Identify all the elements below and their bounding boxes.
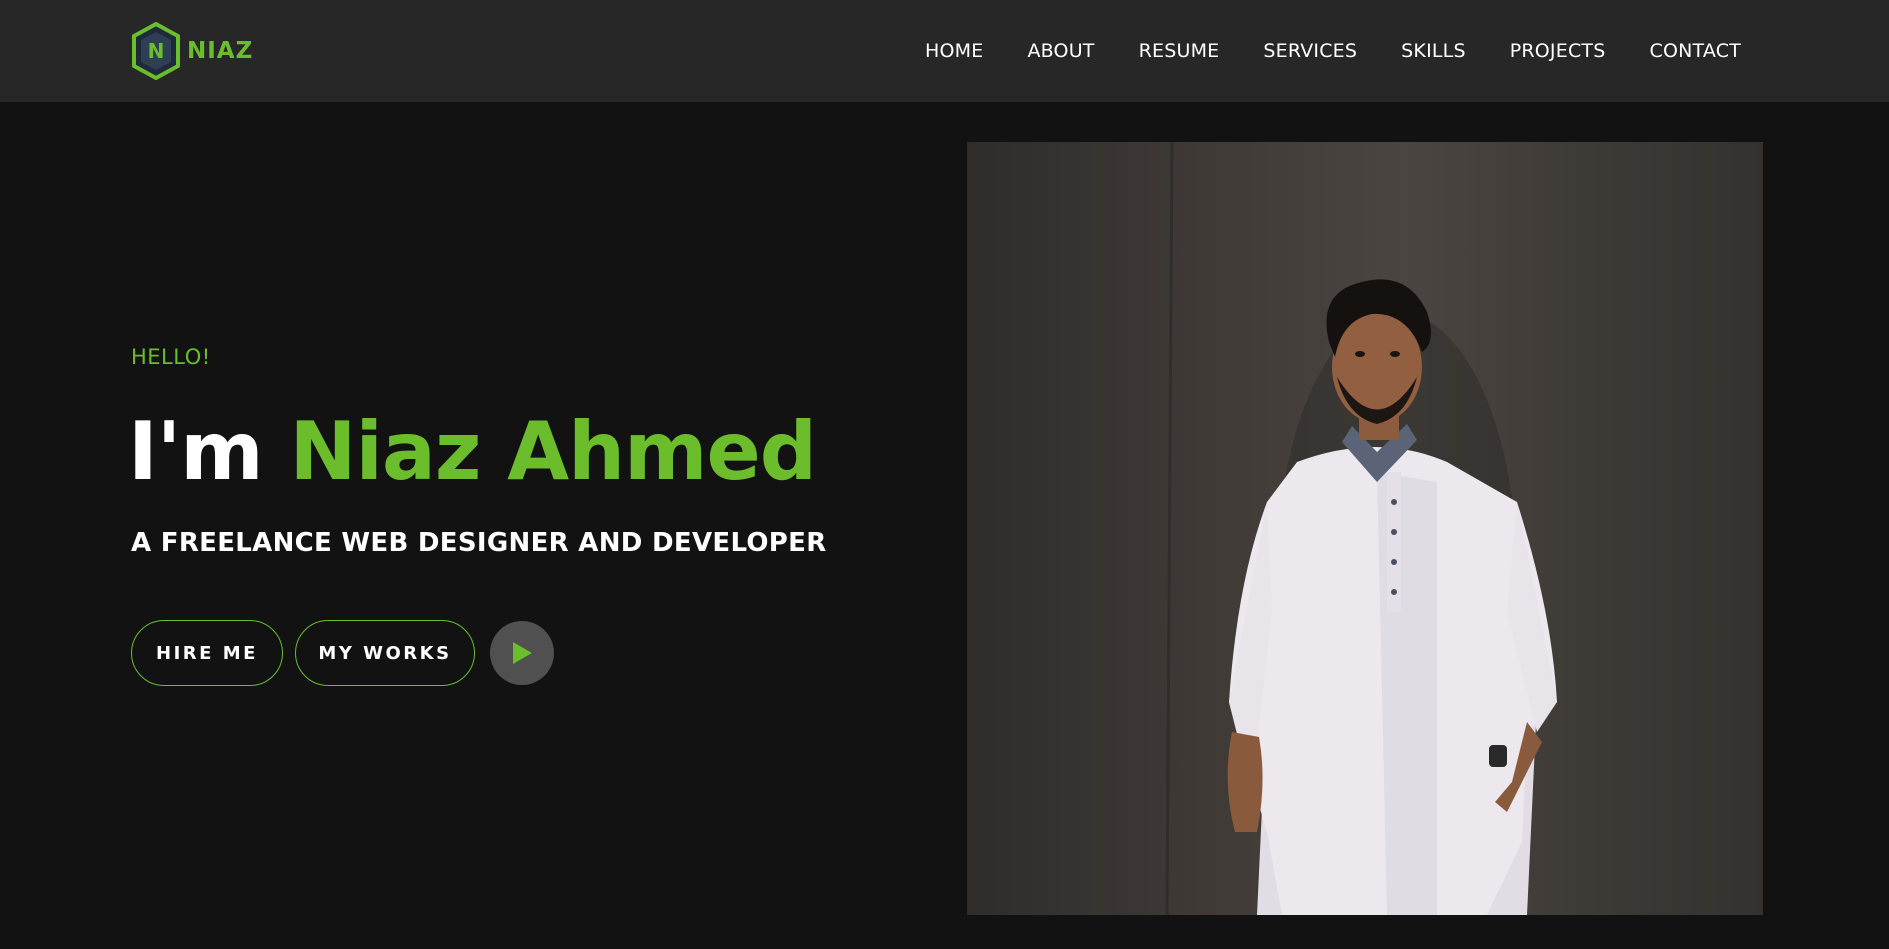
my-works-button[interactable]: MY WORKS — [295, 620, 475, 686]
hero-actions: HIRE ME MY WORKS — [131, 620, 554, 686]
play-icon — [513, 642, 532, 664]
hero-subtitle: A FREELANCE WEB DESIGNER AND DEVELOPER — [131, 528, 827, 558]
top-navbar: N NIAZ HOME ABOUT RESUME SERVICES SKILLS… — [0, 0, 1889, 102]
nav-services[interactable]: SERVICES — [1263, 40, 1357, 62]
hero-headline: I'm Niaz Ahmed — [128, 402, 817, 502]
svg-text:N: N — [148, 39, 165, 63]
portrait-illustration — [1165, 142, 1557, 915]
nav-contact[interactable]: CONTACT — [1649, 40, 1741, 62]
nav-skills[interactable]: SKILLS — [1401, 40, 1466, 62]
portrait-photo — [967, 142, 1763, 915]
main-nav: HOME ABOUT RESUME SERVICES SKILLS PROJEC… — [925, 0, 1741, 102]
nav-about[interactable]: ABOUT — [1027, 40, 1094, 62]
hero-greeting: HELLO! — [131, 345, 211, 369]
hire-me-button[interactable]: HIRE ME — [131, 620, 283, 686]
nav-home[interactable]: HOME — [925, 40, 983, 62]
hexagon-logo-icon: N — [132, 22, 180, 80]
headline-prefix: I'm — [128, 405, 264, 498]
headline-name: Niaz Ahmed — [289, 405, 817, 498]
play-video-button[interactable] — [490, 621, 554, 685]
nav-resume[interactable]: RESUME — [1139, 40, 1220, 62]
brand-name: NIAZ — [187, 38, 254, 64]
nav-projects[interactable]: PROJECTS — [1510, 40, 1606, 62]
site-logo[interactable]: N NIAZ — [131, 22, 253, 80]
